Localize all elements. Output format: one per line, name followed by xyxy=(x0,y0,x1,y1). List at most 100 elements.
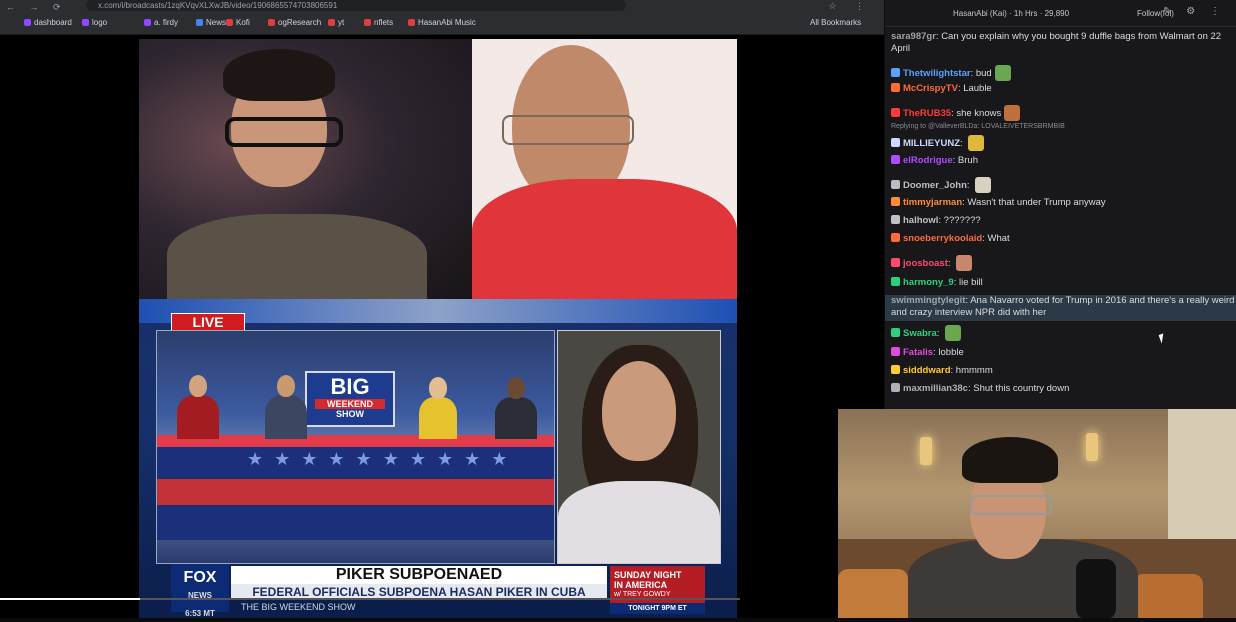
chat-message: Swabra: xyxy=(891,325,1231,341)
chat-message: TheRUB35: she knows xyxy=(891,105,1231,121)
chat-header-icons[interactable]: ✎ ⚙ ⋮ xyxy=(1163,6,1226,17)
chat-username[interactable]: sidddward xyxy=(903,365,951,376)
bookmark-item[interactable]: nflets xyxy=(364,18,393,27)
chat-username[interactable]: Swabra xyxy=(903,328,937,339)
emote-icon xyxy=(945,325,962,341)
chat-badge-icon xyxy=(891,197,900,206)
chat-text: Can you explain why you bought 9 duffle … xyxy=(891,31,1222,54)
bookmark-item[interactable]: News xyxy=(196,18,226,27)
chat-username[interactable]: Thetwilightstar xyxy=(903,68,971,79)
chat-badge-icon xyxy=(891,180,900,189)
chat-panel: sara987gr: Can you explain why you bough… xyxy=(885,27,1236,410)
all-bookmarks-button[interactable]: All Bookmarks xyxy=(810,18,861,27)
wall-lamp-icon xyxy=(1086,433,1098,461)
bookmark-icon xyxy=(364,19,371,26)
chat-badge-icon xyxy=(891,233,900,242)
bookmark-item[interactable]: Kofi xyxy=(226,18,250,27)
chat-message: Thetwilightstar: bud xyxy=(891,65,1231,81)
chat-username[interactable]: McCrispyTV xyxy=(903,83,958,94)
show-promo: SUNDAY NIGHT IN AMERICA w/ TREY GOWDY TO… xyxy=(610,566,705,614)
bookmark-item[interactable]: a. firdy xyxy=(144,18,178,27)
host-head xyxy=(277,375,295,397)
photo-left xyxy=(139,39,472,299)
chat-text: lobble xyxy=(938,347,964,358)
chat-username[interactable]: swimmingtylegit xyxy=(891,295,965,306)
studio-panel: ★ ★ ★ ★ ★ ★ ★ ★ ★ ★ BIG WEEKEND SHOW xyxy=(156,330,555,564)
chat-username[interactable]: MILLIEYUNZ xyxy=(903,138,960,149)
bookmark-item[interactable]: yt xyxy=(328,18,344,27)
chat-text: Bruh xyxy=(957,155,978,166)
bookmark-icon xyxy=(196,19,203,26)
bookmark-label: dashboard xyxy=(34,18,72,27)
chat-username[interactable]: Doomer_John xyxy=(903,180,967,191)
network-name: FOX xyxy=(183,569,217,586)
chat-message: maxmillian38c: Shut this country down xyxy=(891,383,1231,395)
chat-message: MILLIEYUNZ: xyxy=(891,135,1231,151)
host-figure xyxy=(419,397,457,439)
bookmark-label: nflets xyxy=(374,18,394,27)
chat-badge-icon xyxy=(891,277,900,286)
bookmark-label: HasanAbi Music xyxy=(418,18,476,27)
network-logo: FOX NEWS 6:53 MT xyxy=(171,564,229,618)
chat-header: HasanAbi (Kai) · 1h Hrs · 29,890 Follow(… xyxy=(885,0,1236,27)
chat-username[interactable]: joosboast xyxy=(903,258,948,269)
bookmark-label: News xyxy=(206,18,227,27)
host-figure xyxy=(177,395,219,439)
news-broadcast: LIVE ★ ★ ★ ★ ★ ★ ★ ★ ★ ★ BIG WEEKEND SHO… xyxy=(139,299,737,618)
chat-badge-icon xyxy=(891,215,900,224)
video-progress-bar[interactable] xyxy=(0,598,740,600)
show-logo-show: SHOW xyxy=(336,409,364,419)
chat-separator: : xyxy=(936,328,943,339)
streamer-hair xyxy=(962,437,1058,483)
bookmark-icon xyxy=(268,19,275,26)
person-torso xyxy=(472,179,737,299)
bookmark-label: ogResearch xyxy=(278,18,322,27)
bookmark-item[interactable]: HasanAbi Music xyxy=(408,18,476,27)
chat-username[interactable]: elRodrigue xyxy=(903,155,953,166)
video-progress-fill xyxy=(0,598,140,600)
chat-username[interactable]: halhowl xyxy=(903,215,938,226)
emote-icon xyxy=(968,135,985,151)
chat-username[interactable]: timmyjarman xyxy=(903,197,962,208)
chat-badge-icon xyxy=(891,258,900,267)
bookmark-item[interactable]: dashboard xyxy=(24,18,72,27)
chat-text: Shut this country down xyxy=(973,383,1070,394)
bookmark-label: a. firdy xyxy=(154,18,179,27)
chat-username[interactable]: TheRUB35 xyxy=(903,108,951,119)
chat-username[interactable]: snoeberrykoolaid xyxy=(903,233,982,244)
chat-message: Fatalis: lobble xyxy=(891,347,1231,359)
microphone xyxy=(1076,559,1116,618)
browser-nav-icons[interactable]: ← → ⟳ xyxy=(6,2,67,13)
webcam-chair xyxy=(1133,574,1203,618)
chat-separator: : xyxy=(947,258,954,269)
chat-title: HasanAbi (Kai) · 1h Hrs · 29,890 xyxy=(953,9,1070,18)
chat-badge-icon xyxy=(891,83,900,92)
chat-message: swimmingtylegit: Ana Navarro voted for T… xyxy=(885,295,1236,321)
bookmark-item[interactable]: logo xyxy=(82,18,107,27)
chat-username[interactable]: sara987gr xyxy=(891,31,936,42)
chat-separator: : xyxy=(960,138,966,149)
lower-third: FOX NEWS 6:53 MT PIKER SUBPOENAED FEDERA… xyxy=(139,562,737,618)
headline: PIKER SUBPOENAED xyxy=(231,566,607,584)
host-figure xyxy=(495,397,537,439)
browser-tool-icons[interactable]: ☆ ⋮ xyxy=(828,1,872,12)
promo-line1: SUNDAY NIGHT xyxy=(614,570,682,580)
chat-username[interactable]: maxmillian38c xyxy=(903,383,968,394)
chat-username[interactable]: harmony_9 xyxy=(903,277,954,288)
guest-panel xyxy=(557,330,721,564)
bookmark-icon xyxy=(408,19,415,26)
bookmark-icon xyxy=(24,19,31,26)
chat-message: harmony_9: lie bill xyxy=(891,277,1231,289)
host-head xyxy=(429,377,447,399)
chat-badge-icon xyxy=(891,155,900,164)
photo-right xyxy=(472,39,737,299)
address-bar[interactable]: x.com/i/broadcasts/1zqKVqvXLXwJB/video/1… xyxy=(86,0,626,11)
bookmark-item[interactable]: ogResearch xyxy=(268,18,321,27)
studio-desk: ★ ★ ★ ★ ★ ★ ★ ★ ★ ★ xyxy=(157,435,554,540)
guest-head xyxy=(602,361,676,461)
chat-username[interactable]: Fatalis xyxy=(903,347,933,358)
webcam-overlay xyxy=(838,409,1236,618)
bookmark-icon xyxy=(82,19,89,26)
chat-badge-icon xyxy=(891,365,900,374)
browser-toolbar: ← → ⟳ x.com/i/broadcasts/1zqKVqvXLXwJB/v… xyxy=(0,0,884,14)
